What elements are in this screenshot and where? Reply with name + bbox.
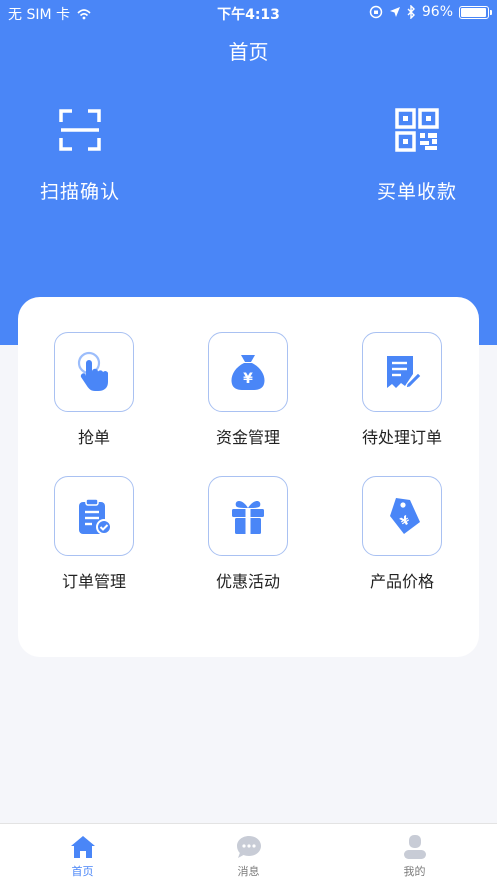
battery-icon: [459, 5, 492, 19]
tab-bar: 首页 消息 我的: [0, 823, 497, 883]
function-grid-card: 抢单 ¥ 资金管理 待处理订单 订单管理 优惠活动 ¥ 产品价格: [18, 297, 479, 657]
gift-icon: [232, 501, 264, 534]
order-management-label: 订单管理: [61, 572, 126, 591]
bluetooth-icon: [407, 5, 415, 19]
tab-profile[interactable]: 我的: [332, 824, 497, 883]
svg-text:¥: ¥: [243, 371, 253, 387]
tab-profile-label: 我的: [403, 865, 426, 878]
qr-code-icon: [395, 108, 439, 152]
grab-order-label: 抢单: [77, 428, 110, 447]
pending-orders-button[interactable]: 待处理订单: [337, 332, 467, 448]
product-price-button[interactable]: ¥ 产品价格: [337, 476, 467, 592]
fund-management-tile: ¥: [208, 332, 288, 412]
scan-confirm-label: 扫描确认: [39, 181, 120, 203]
money-bag-icon: ¥: [231, 355, 265, 390]
battery-fill: [461, 7, 486, 17]
product-price-tile: ¥: [362, 476, 442, 556]
chat-icon: [236, 836, 261, 858]
clipboard-check-icon: [79, 498, 112, 535]
tap-hand-icon: [77, 351, 108, 391]
scan-confirm-button[interactable]: 扫描确认: [15, 105, 145, 204]
pending-orders-tile: [362, 332, 442, 412]
grab-order-button[interactable]: 抢单: [29, 332, 159, 448]
tab-home-label: 首页: [71, 865, 94, 878]
location-arrow-icon: [389, 7, 400, 17]
pay-collect-label: 买单收款: [376, 181, 457, 203]
status-bar: 无 SIM 卡 下午4:13 96%: [0, 0, 497, 26]
edit-document-icon: [387, 356, 422, 389]
product-price-label: 产品价格: [369, 572, 434, 591]
pending-orders-label: 待处理订单: [361, 428, 442, 447]
tab-messages[interactable]: 消息: [166, 824, 331, 883]
promotions-button[interactable]: 优惠活动: [183, 476, 313, 592]
fund-management-label: 资金管理: [215, 428, 280, 447]
pay-collect-button[interactable]: 买单收款: [352, 105, 482, 204]
promotions-label: 优惠活动: [215, 572, 280, 591]
grab-order-tile: [54, 332, 134, 412]
battery-percent: 96%: [421, 4, 453, 20]
fund-management-button[interactable]: ¥ 资金管理: [183, 332, 313, 448]
page-title: 首页: [228, 40, 269, 64]
orientation-lock-icon: [369, 5, 383, 19]
scan-icon: [59, 109, 101, 151]
order-management-tile: [54, 476, 134, 556]
tab-home[interactable]: 首页: [0, 824, 165, 883]
user-icon: [403, 835, 426, 859]
tab-messages-label: 消息: [237, 865, 260, 878]
status-right: 96%: [369, 4, 492, 20]
order-management-button[interactable]: 订单管理: [29, 476, 159, 592]
promotions-tile: [208, 476, 288, 556]
home-icon: [70, 836, 95, 858]
price-tag-icon: ¥: [390, 498, 420, 534]
